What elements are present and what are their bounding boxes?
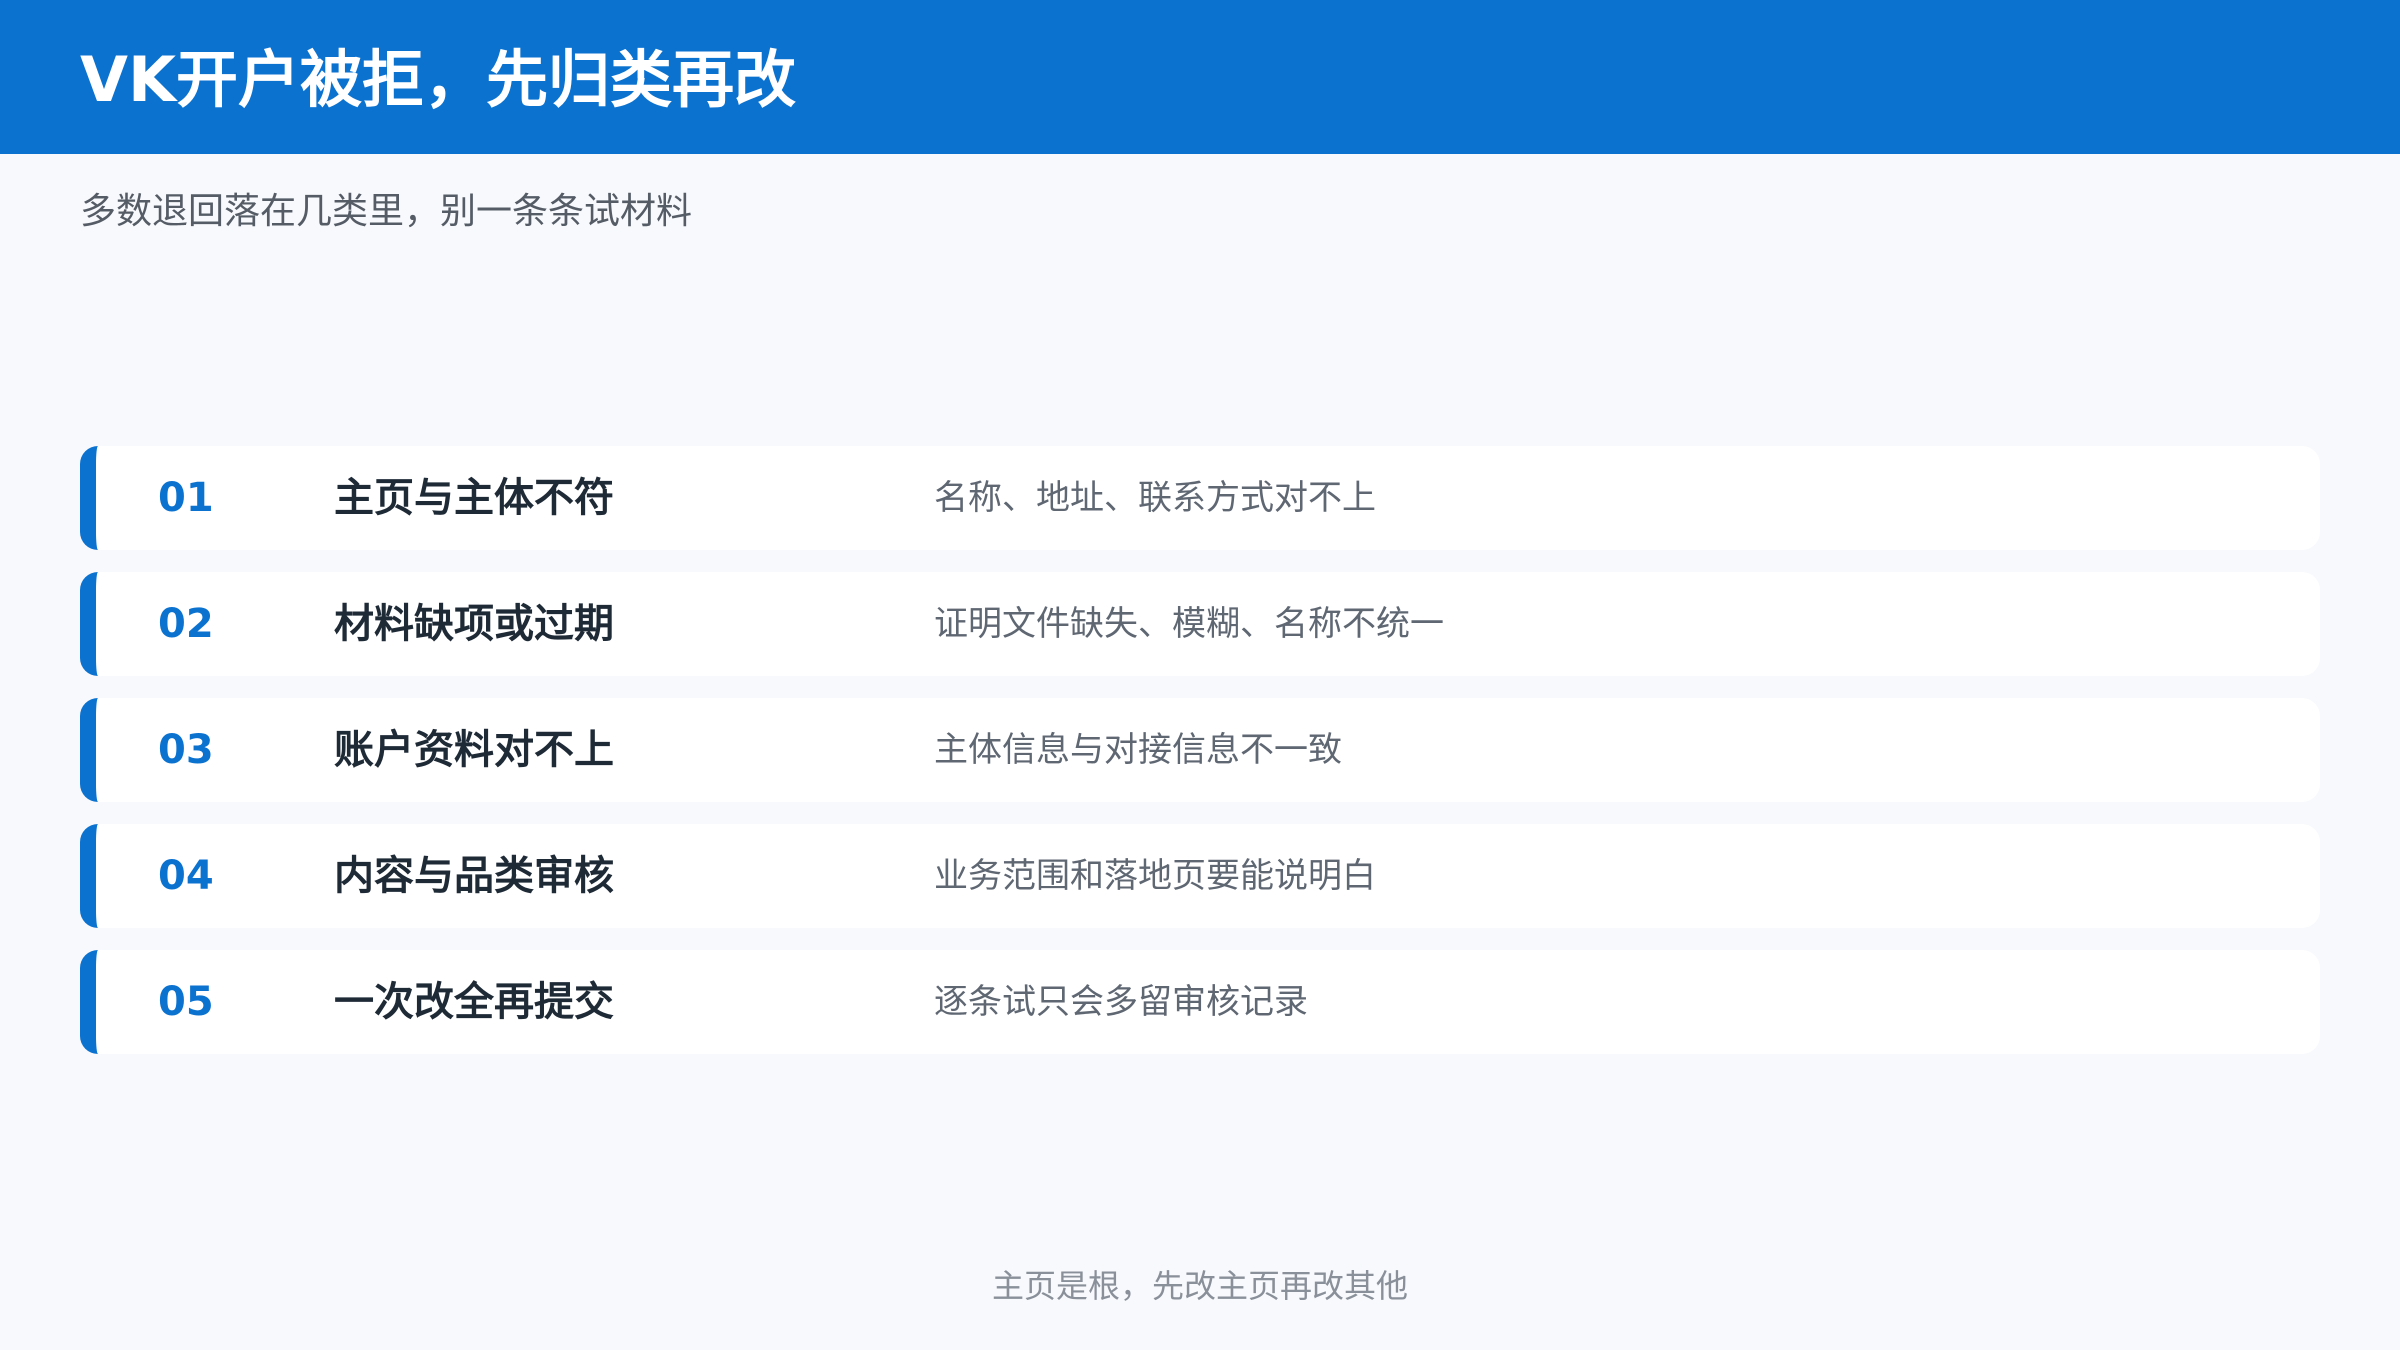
reason-number: 04 bbox=[158, 853, 214, 899]
slide: VK开户被拒，先归类再改 多数退回落在几类里，别一条条试材料 01 主页与主体不… bbox=[0, 0, 2400, 1350]
reason-row-05: 05 一次改全再提交 逐条试只会多留审核记录 bbox=[80, 950, 2320, 1054]
reason-list: 01 主页与主体不符 名称、地址、联系方式对不上 02 材料缺项或过期 证明文件… bbox=[80, 446, 2320, 1076]
reason-title: 材料缺项或过期 bbox=[334, 601, 614, 647]
footer-note: 主页是根，先改主页再改其他 bbox=[991, 1267, 1408, 1305]
header-bar: VK开户被拒，先归类再改 bbox=[0, 0, 2400, 154]
reason-title: 内容与品类审核 bbox=[334, 853, 614, 899]
reason-description: 名称、地址、联系方式对不上 bbox=[934, 478, 1376, 518]
reason-row-02: 02 材料缺项或过期 证明文件缺失、模糊、名称不统一 bbox=[80, 572, 2320, 676]
reason-description: 逐条试只会多留审核记录 bbox=[934, 982, 1308, 1022]
reason-number: 01 bbox=[158, 475, 214, 521]
reason-row-04: 04 内容与品类审核 业务范围和落地页要能说明白 bbox=[80, 824, 2320, 928]
reason-row-01: 01 主页与主体不符 名称、地址、联系方式对不上 bbox=[80, 446, 2320, 550]
reason-description: 业务范围和落地页要能说明白 bbox=[934, 856, 1376, 896]
reason-row-03: 03 账户资料对不上 主体信息与对接信息不一致 bbox=[80, 698, 2320, 802]
reason-number: 02 bbox=[158, 601, 214, 647]
page-subtitle: 多数退回落在几类里，别一条条试材料 bbox=[80, 191, 693, 232]
reason-title: 主页与主体不符 bbox=[334, 475, 614, 521]
reason-number: 03 bbox=[158, 727, 214, 773]
page-title: VK开户被拒，先归类再改 bbox=[80, 43, 797, 116]
reason-number: 05 bbox=[158, 979, 214, 1025]
reason-description: 证明文件缺失、模糊、名称不统一 bbox=[934, 604, 1444, 644]
reason-title: 账户资料对不上 bbox=[334, 727, 614, 773]
reason-title: 一次改全再提交 bbox=[334, 979, 614, 1025]
reason-description: 主体信息与对接信息不一致 bbox=[934, 730, 1342, 770]
